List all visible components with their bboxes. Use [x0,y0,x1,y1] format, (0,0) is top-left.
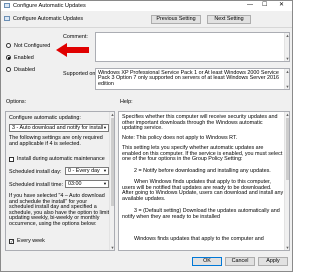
help-paragraph: This setting lets you specify whether au… [122,145,283,163]
supported-scrollbar[interactable]: ▲ ▼ [284,69,289,89]
options-scrollbar[interactable]: ▲ ▼ [109,112,114,250]
help-scroll-thumb[interactable] [285,118,289,180]
settings-note: The following settings are only required… [9,135,103,147]
title-bar: Configure Automatic Updates — ☐ ✕ [1,1,292,11]
setting-title: Configure Automatic Updates [13,16,84,22]
help-paragraph: Windows finds updates that apply to the … [134,236,264,242]
install-day-label: Scheduled install day: [9,169,62,175]
scroll-down-icon[interactable]: ▼ [285,245,289,250]
radio-not-configured-label: Not Configured [14,42,51,49]
help-paragraph: 3 = (Default setting) Download the updat… [122,208,280,220]
schedule-info: If you have selected "4 – Auto download … [9,193,110,227]
radio-disabled-label: Disabled [14,66,35,73]
comment-textbox[interactable]: ▲ ▼ [95,32,290,62]
chevron-down-icon: ▼ [103,168,107,173]
supported-on-textbox: Windows XP Professional Service Pack 1 o… [95,68,290,90]
radio-disabled-dot [6,67,11,72]
policy-icon [4,3,10,8]
next-setting-button[interactable]: Next Setting [207,15,251,24]
help-paragraph: Note: This policy does not apply to Wind… [122,135,238,141]
configure-value: 3 - Auto download and notify for install [12,125,104,131]
install-time-dropdown[interactable]: 03:00 ▼ [65,180,109,188]
configure-label: Configure automatic updating: [9,115,81,121]
install-day-dropdown[interactable]: 0 - Every day ▼ [65,167,109,175]
close-icon[interactable]: ✕ [279,2,284,9]
red-arrow-icon [56,43,89,57]
apply-button[interactable]: Apply [258,257,288,266]
scroll-up-icon[interactable]: ▲ [285,112,289,117]
maintenance-checkbox[interactable] [9,157,14,162]
configure-dropdown[interactable]: 3 - Auto download and notify for install… [9,124,109,132]
chevron-down-icon: ▼ [103,181,107,186]
comment-scrollbar[interactable]: ▲ ▼ [284,33,289,61]
help-paragraph: 2 = Notify before downloading and instal… [134,168,271,174]
help-paragraph: When Windows finds updates that apply to… [122,179,284,202]
help-label: Help: [120,99,133,105]
options-panel: Configure automatic updating: 3 - Auto d… [5,111,115,251]
supported-on-label: Supported on: [63,71,97,77]
previous-setting-button[interactable]: Previous Setting [151,15,201,24]
radio-enabled-dot [6,55,11,60]
cancel-button[interactable]: Cancel [225,257,255,266]
every-week-label: Every week [17,238,45,244]
setting-header: Configure Automatic Updates Previous Set… [1,12,292,26]
options-scroll-thumb[interactable] [110,118,114,206]
every-week-checkbox[interactable]: ✓ [9,239,14,244]
supported-on-text: Windows XP Professional Service Pack 1 o… [98,70,279,87]
header-divider [1,27,292,28]
help-scrollbar[interactable]: ▲ ▼ [284,112,289,250]
scroll-down-icon[interactable]: ▼ [285,56,289,61]
setting-icon [4,16,10,21]
window-title: Configure Automatic Updates [13,2,86,9]
help-paragraph: Specifies whether this computer will rec… [122,114,278,132]
policy-dialog-window: Configure Automatic Updates — ☐ ✕ Config… [0,0,293,272]
scroll-down-icon[interactable]: ▼ [110,245,114,250]
scroll-up-icon[interactable]: ▲ [285,33,289,38]
options-label: Options: [6,99,27,105]
scroll-down-icon[interactable]: ▼ [285,84,289,89]
install-day-value: 0 - Every day [68,168,100,174]
maintenance-checkbox-label: Install during automatic maintenance [17,156,105,162]
comment-label: Comment: [63,34,88,40]
help-panel: Specifies whether this computer will rec… [118,111,290,251]
minimize-icon[interactable]: — [247,2,253,9]
ok-button[interactable]: OK [192,257,222,266]
scroll-up-icon[interactable]: ▲ [110,112,114,117]
scroll-up-icon[interactable]: ▲ [285,69,289,74]
maximize-icon[interactable]: ☐ [262,2,267,9]
radio-enabled-label: Enabled [14,54,34,61]
install-time-value: 03:00 [68,181,82,187]
radio-not-configured-dot [6,43,11,48]
install-time-label: Scheduled install time: [9,182,63,188]
chevron-down-icon: ▼ [103,125,107,130]
